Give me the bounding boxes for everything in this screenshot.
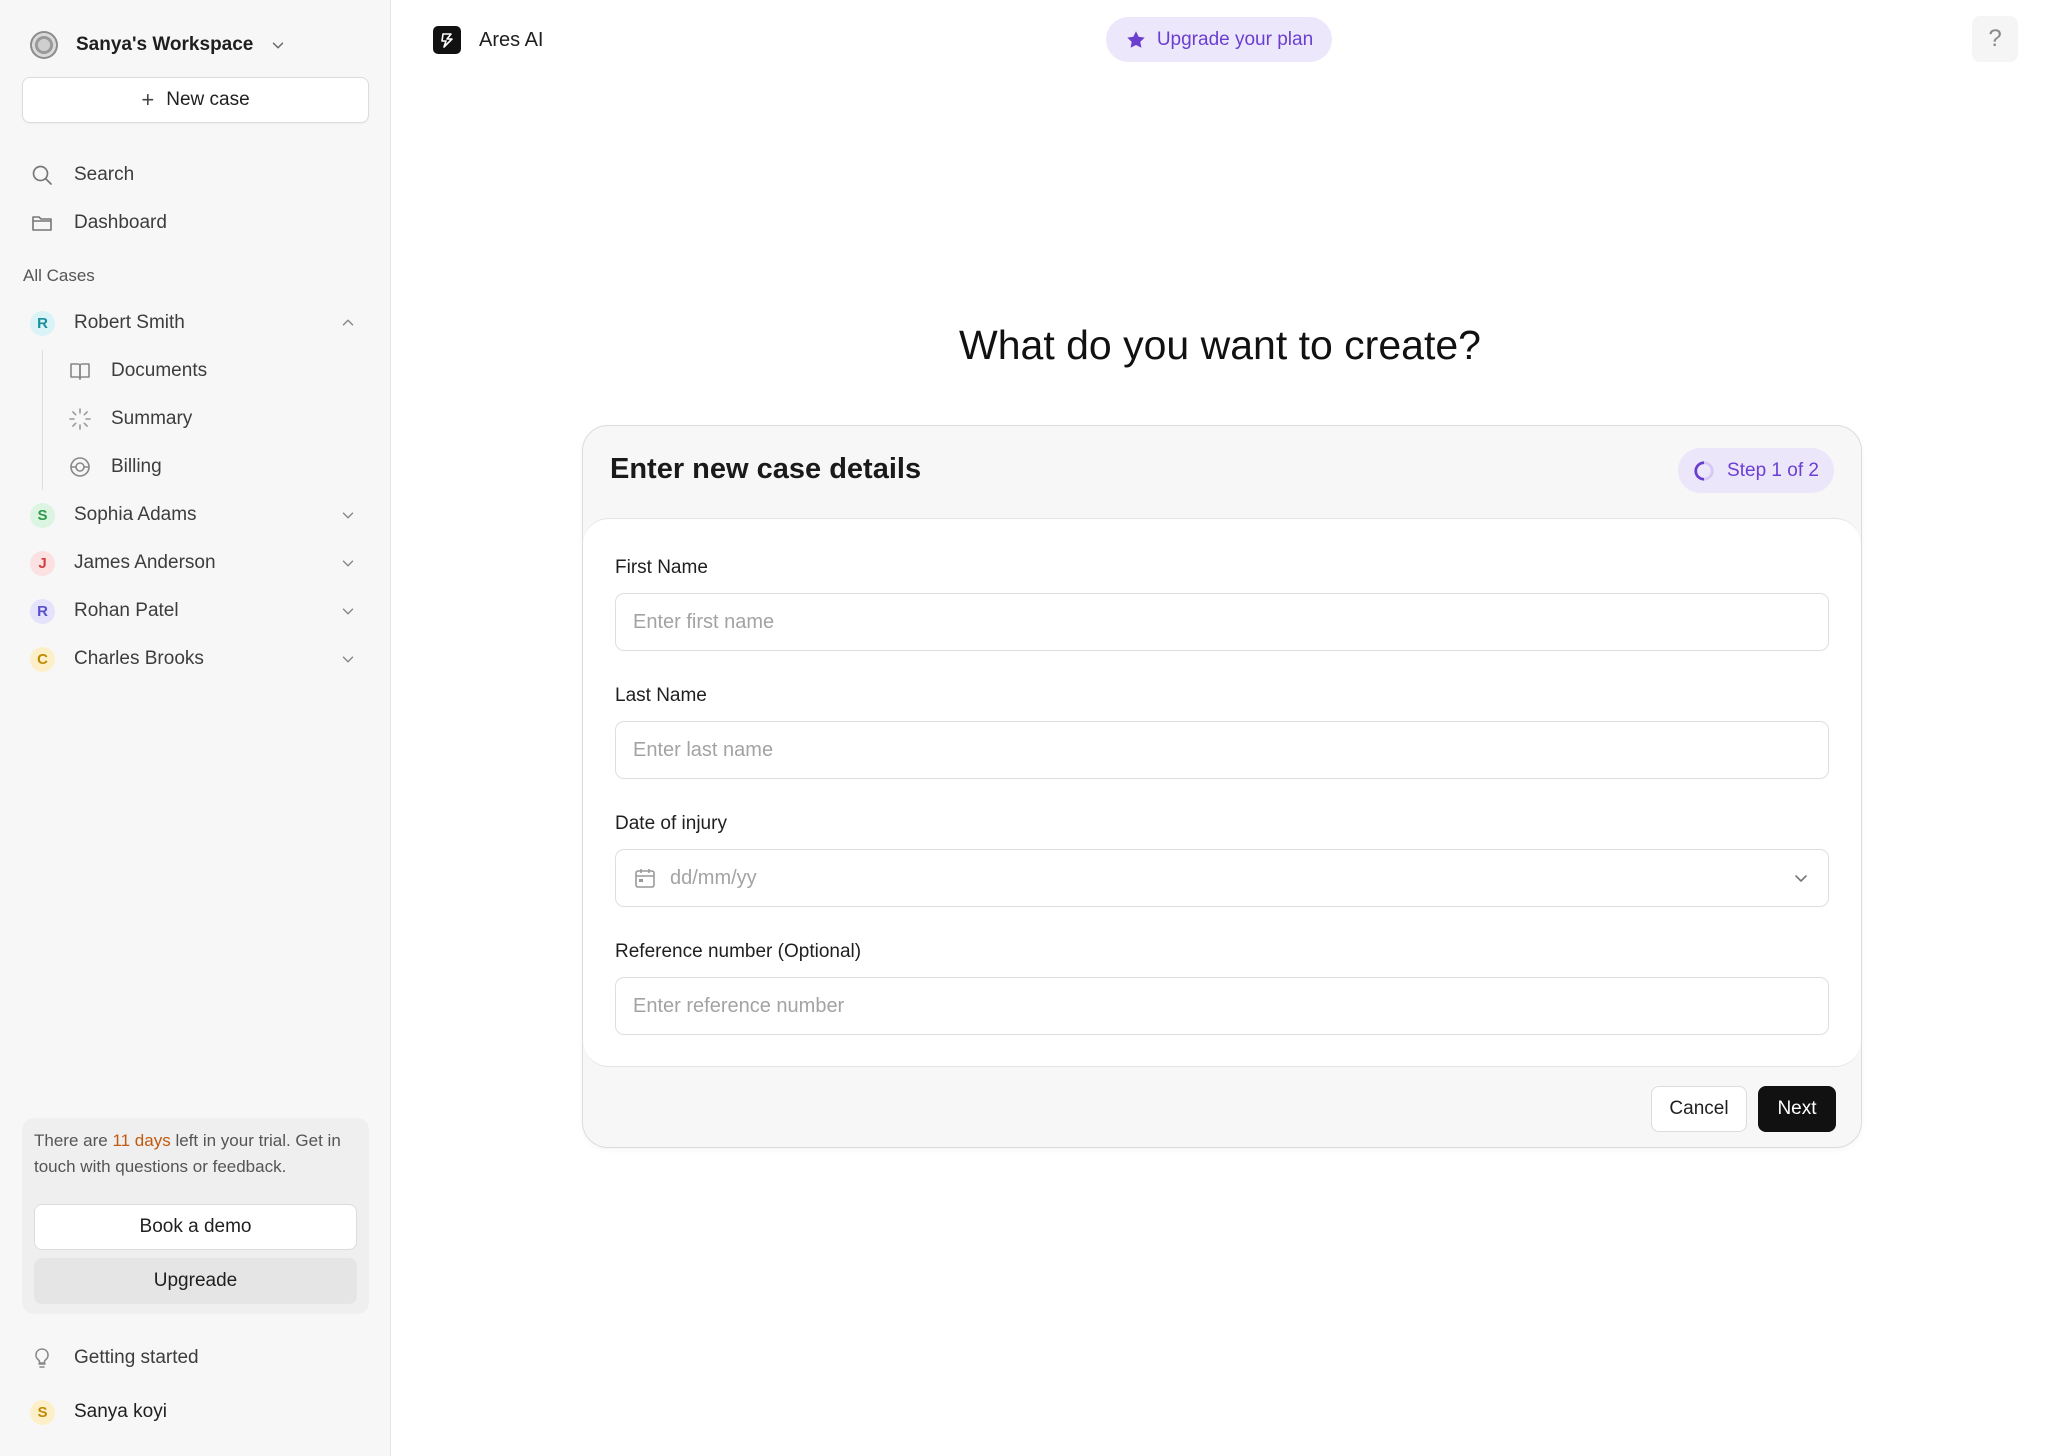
avatar: J: [30, 550, 55, 576]
lightbulb-icon: [35, 1348, 49, 1368]
workspace-switcher[interactable]: Sanya's Workspace: [30, 28, 287, 62]
book-icon: [70, 363, 90, 380]
chevron-down-icon[interactable]: [339, 650, 357, 668]
first-name-input[interactable]: [615, 593, 1829, 651]
last-name-label: Last Name: [615, 685, 707, 706]
nav-search[interactable]: Search: [30, 155, 134, 195]
app-logo-icon: [433, 26, 461, 54]
last-name-input[interactable]: [615, 721, 1829, 779]
workspace-name: Sanya's Workspace: [76, 34, 254, 55]
case-item-james-anderson[interactable]: J James Anderson: [30, 543, 365, 583]
step-indicator: Step 1 of 2: [1678, 448, 1834, 493]
reference-number-input[interactable]: [615, 977, 1829, 1035]
case-item-charles-brooks[interactable]: C Charles Brooks: [30, 639, 365, 679]
subitem-label: Billing: [111, 456, 162, 477]
trial-prefix: There are: [34, 1131, 113, 1150]
reference-number-label: Reference number (Optional): [615, 941, 862, 962]
workspace-logo: [30, 31, 58, 59]
dialog-title: Enter new case details: [610, 453, 922, 485]
date-placeholder: dd/mm/yy: [670, 866, 757, 889]
billing-icon: [70, 457, 90, 477]
avatar: R: [30, 310, 55, 336]
progress-ring-icon: [1694, 460, 1714, 481]
first-name-label: First Name: [615, 557, 708, 578]
chevron-down-icon[interactable]: [339, 554, 357, 572]
folder-icon: [32, 216, 52, 231]
avatar: C: [30, 646, 55, 672]
subitem-label: Documents: [111, 360, 208, 381]
date-of-injury-picker[interactable]: dd/mm/yy: [615, 849, 1829, 907]
chevron-down-icon[interactable]: [339, 506, 357, 524]
case-subitem-summary[interactable]: Summary: [68, 399, 192, 439]
chevron-down-icon: [273, 42, 284, 49]
star-icon: [1127, 30, 1145, 48]
case-name: James Anderson: [74, 552, 216, 573]
avatar: S: [30, 1399, 55, 1425]
new-case-dialog: Enter new case details Step 1 of 2 First…: [582, 425, 1862, 1148]
trial-days: 11 days: [112, 1131, 171, 1150]
upgrade-plan-label: Upgrade your plan: [1156, 28, 1314, 50]
subitem-label: Summary: [111, 408, 193, 429]
dialog-body: First Name Last Name Date of injury dd/m…: [583, 518, 1861, 1067]
chevron-down-icon: [1795, 875, 1807, 882]
case-name: Robert Smith: [74, 312, 185, 333]
user-name: Sanya koyi: [74, 1401, 167, 1422]
case-item-robert-smith[interactable]: R Robert Smith: [30, 303, 365, 343]
app-title: Ares AI: [433, 24, 543, 56]
case-subitem-documents[interactable]: Documents: [68, 351, 207, 391]
case-item-rohan-patel[interactable]: R Rohan Patel: [30, 591, 365, 631]
case-subitem-billing[interactable]: Billing: [68, 447, 162, 487]
trial-message: There are 11 days left in your trial. Ge…: [34, 1128, 359, 1180]
case-name: Charles Brooks: [74, 648, 204, 669]
upgrade-plan-button[interactable]: Upgrade your plan: [1106, 17, 1332, 62]
help-button[interactable]: ?: [1972, 16, 2018, 62]
case-name: Sophia Adams: [74, 504, 197, 525]
avatar: S: [30, 502, 55, 528]
upgrade-button[interactable]: Upgreade: [34, 1258, 357, 1304]
nav-dashboard-label: Dashboard: [74, 212, 167, 233]
nav-search-label: Search: [74, 164, 135, 185]
getting-started-label: Getting started: [74, 1347, 199, 1368]
app-name: Ares AI: [479, 28, 544, 51]
book-demo-button[interactable]: Book a demo: [34, 1204, 357, 1250]
page-title: What do you want to create?: [959, 322, 1481, 368]
user-profile[interactable]: S Sanya koyi: [30, 1392, 365, 1432]
avatar: R: [30, 598, 55, 624]
chevron-down-icon[interactable]: [339, 602, 357, 620]
tree-connector: [42, 350, 43, 490]
case-item-sophia-adams[interactable]: S Sophia Adams: [30, 495, 365, 535]
trial-card: There are 11 days left in your trial. Ge…: [22, 1118, 369, 1314]
date-of-injury-label: Date of injury: [615, 813, 727, 834]
new-case-label: New case: [166, 89, 250, 110]
case-name: Rohan Patel: [74, 600, 179, 621]
search-icon: [32, 165, 52, 185]
calendar-icon: [635, 869, 655, 888]
getting-started-link[interactable]: Getting started: [30, 1338, 199, 1378]
plus-icon: +: [141, 87, 155, 112]
new-case-button[interactable]: + New case: [22, 77, 369, 123]
step-label: Step 1 of 2: [1727, 459, 1819, 481]
next-button[interactable]: Next: [1758, 1086, 1836, 1132]
loader-icon: [69, 408, 91, 430]
cancel-button[interactable]: Cancel: [1651, 1086, 1747, 1132]
sidebar: Sanya's Workspace + New case Search Dash…: [0, 0, 391, 1456]
chevron-up-icon[interactable]: [339, 314, 357, 332]
nav-dashboard[interactable]: Dashboard: [30, 203, 167, 243]
all-cases-label: All Cases: [23, 266, 95, 285]
